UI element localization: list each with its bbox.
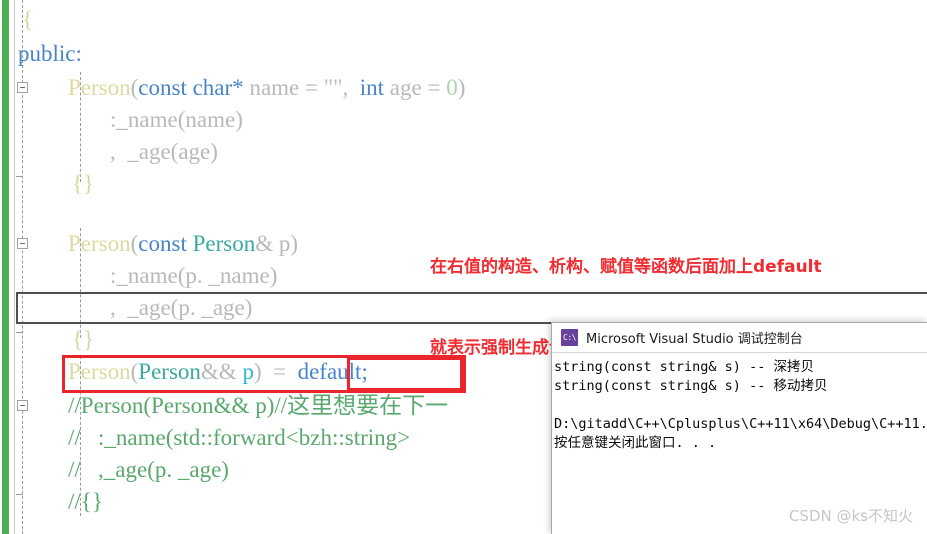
code-token: ) — [290, 231, 299, 256]
code-token: age — [178, 139, 211, 164]
code-line[interactable]: //Person(Person&& p)//这里想要在下一 — [0, 390, 448, 421]
code-line[interactable]: //{} — [0, 486, 103, 517]
code-token: _age — [127, 295, 171, 320]
debug-console-window[interactable]: C:\ Microsoft Visual Studio 调试控制台 string… — [551, 322, 927, 534]
code-token: p — [278, 231, 291, 256]
annotation-line-1: 在右值的构造、析构、赋值等函数后面加上default — [430, 257, 822, 277]
code-token: , — [110, 295, 128, 320]
code-line[interactable]: { — [0, 4, 33, 35]
code-token: // :_name(std::forward<bzh::string> — [68, 425, 411, 450]
console-window-title: Microsoft Visual Studio 调试控制台 — [586, 332, 803, 347]
code-token: _name — [116, 263, 178, 288]
code-token: ) — [457, 75, 466, 100]
code-token: int — [359, 75, 385, 100]
code-token: ) = — [253, 359, 298, 384]
console-output-line: string(const string& s) -- 深拷贝 — [554, 359, 814, 375]
code-line[interactable]: // :_name(std::forward<bzh::string> — [0, 422, 410, 453]
csdn-watermark: CSDN @ks不知火 — [788, 507, 913, 525]
code-token: p — [242, 359, 254, 384]
code-token: , — [342, 75, 360, 100]
code-token: { — [22, 7, 34, 32]
code-token: ) — [235, 107, 243, 132]
code-line[interactable]: public: — [0, 38, 82, 69]
code-token: && — [200, 359, 243, 384]
code-token: "" — [323, 75, 343, 100]
code-token: ) — [269, 263, 278, 288]
code-token: const char* — [138, 75, 244, 100]
code-token: Person — [138, 359, 201, 384]
code-line[interactable]: // ,_age(p. _age) — [0, 454, 229, 485]
code-line[interactable]: :_name(name) — [0, 104, 243, 135]
code-line[interactable]: , _age(age) — [0, 136, 218, 167]
console-output-line: 按任意键关闭此窗口. . . — [554, 435, 717, 451]
code-token: ) — [210, 139, 218, 164]
code-line[interactable]: :_name(p. _name) — [0, 260, 277, 291]
code-token: default; — [297, 359, 368, 384]
code-token: = — [427, 75, 447, 100]
console-output-line: D:\gitadd\C++\Cplusplus\C++11\x64\Debug\… — [554, 416, 927, 432]
code-token: = — [305, 75, 324, 100]
console-output-line: string(const string& s) -- 移动拷贝 — [554, 378, 828, 394]
console-app-icon: C:\ — [561, 329, 578, 346]
code-line[interactable]: {} — [0, 324, 94, 355]
code-token: Person — [68, 75, 131, 100]
code-token: ) — [244, 295, 253, 320]
code-token: Person — [68, 359, 131, 384]
code-token: Person — [192, 231, 256, 256]
code-token: & — [255, 231, 279, 256]
code-token: 0 — [446, 75, 458, 100]
code-token: name — [243, 75, 305, 100]
code-token: p. _age — [178, 295, 245, 320]
code-token: _name — [116, 107, 178, 132]
code-token: name — [185, 107, 236, 132]
code-token: {} — [72, 327, 95, 352]
code-token: p. _name — [185, 263, 270, 288]
code-token: // ,_age(p. _age) — [68, 457, 229, 482]
code-token: {} — [72, 171, 95, 196]
code-token: _age — [127, 139, 171, 164]
code-line[interactable]: Person(Person&& p) = default; — [0, 356, 368, 387]
code-token: //Person(Person&& p)//这里想要在下一 — [68, 393, 449, 418]
code-line[interactable]: Person(const Person& p) — [0, 228, 298, 259]
code-token: Person — [68, 231, 131, 256]
code-token: const — [138, 231, 193, 256]
code-token: //{} — [68, 489, 103, 514]
code-line[interactable]: {} — [0, 168, 94, 199]
code-token: age — [384, 75, 428, 100]
code-line[interactable]: Person(const char* name = "", int age = … — [0, 72, 465, 103]
console-title-bar[interactable]: C:\ Microsoft Visual Studio 调试控制台 — [552, 323, 927, 353]
code-token: , — [110, 139, 128, 164]
code-line[interactable]: , _age(p. _age) — [0, 292, 252, 323]
code-token: public: — [18, 41, 82, 66]
